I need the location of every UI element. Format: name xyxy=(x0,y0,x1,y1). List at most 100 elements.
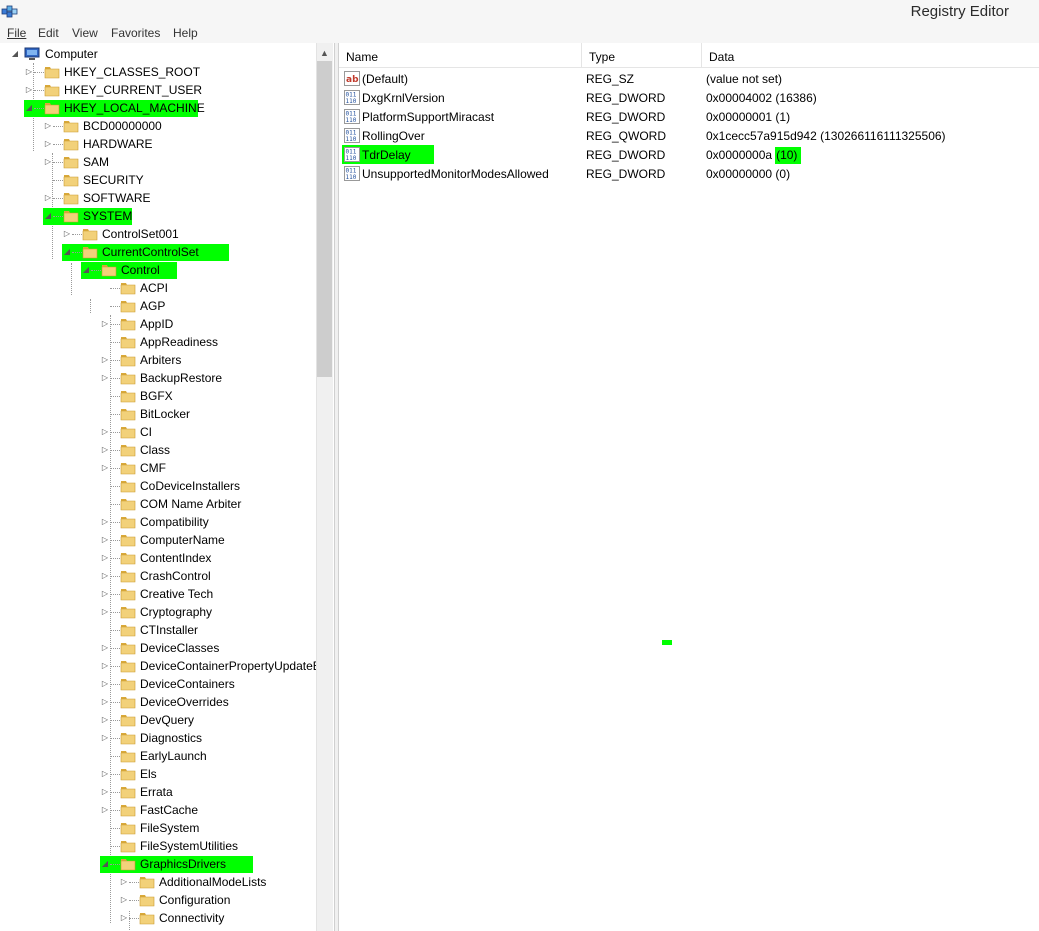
tree-item[interactable]: EarlyLaunch xyxy=(0,747,316,765)
tree-item[interactable]: COM Name Arbiter xyxy=(0,495,316,513)
tree-item[interactable]: ▷ Creative Tech xyxy=(0,585,316,603)
tree-item[interactable]: ▷ ContentIndex xyxy=(0,549,316,567)
expand-arrow-icon[interactable]: ▷ xyxy=(100,315,110,333)
value-row[interactable]: ab (Default) REG_SZ (value not set) xyxy=(339,69,1039,88)
tree-item[interactable]: ▷ Errata xyxy=(0,783,316,801)
collapse-arrow-icon[interactable]: ◢ xyxy=(100,855,110,873)
tree-item[interactable]: ◢ SYSTEM xyxy=(0,207,316,225)
value-row[interactable]: 011 110 TdrDelay REG_DWORD 0x0000000a (10) xyxy=(339,145,1039,164)
tree-item[interactable]: ▷ ControlSet001 xyxy=(0,225,316,243)
tree-item[interactable]: ▷ AppID xyxy=(0,315,316,333)
tree-item[interactable]: ▷ CrashControl xyxy=(0,567,316,585)
expand-arrow-icon[interactable]: ▷ xyxy=(100,801,110,819)
collapse-arrow-icon[interactable]: ◢ xyxy=(81,261,91,279)
tree-item[interactable]: CoDeviceInstallers xyxy=(0,477,316,495)
key-tree[interactable]: ◢ Computer ▷ HKEY_CLASSES_ROOT ▷ HKEY_CURRE… xyxy=(0,43,334,931)
menu-favorites[interactable]: Favorites xyxy=(111,26,160,40)
scroll-up-arrow-icon[interactable]: ▲ xyxy=(316,45,333,61)
expand-arrow-icon[interactable]: ▷ xyxy=(100,639,110,657)
expand-arrow-icon[interactable]: ▷ xyxy=(100,351,110,369)
expand-arrow-icon[interactable]: ▷ xyxy=(62,225,72,243)
expand-arrow-icon[interactable]: ▷ xyxy=(100,711,110,729)
tree-item[interactable]: SECURITY xyxy=(0,171,316,189)
expand-arrow-icon[interactable]: ▷ xyxy=(100,765,110,783)
expand-arrow-icon[interactable]: ▷ xyxy=(100,729,110,747)
menu-file[interactable]: File xyxy=(7,26,26,40)
tree-item[interactable]: ▷ ComputerName xyxy=(0,531,316,549)
tree-item[interactable]: FileSystemUtilities xyxy=(0,837,316,855)
tree-item[interactable]: ▷ SAM xyxy=(0,153,316,171)
menu-edit[interactable]: Edit xyxy=(38,26,59,40)
tree-item[interactable]: ▷ FastCache xyxy=(0,801,316,819)
tree-item[interactable]: BitLocker xyxy=(0,405,316,423)
collapse-arrow-icon[interactable]: ◢ xyxy=(24,99,34,117)
value-row[interactable]: 011 110 DxgKrnlVersion REG_DWORD 0x00004002 … xyxy=(339,88,1039,107)
column-header-type[interactable]: Type xyxy=(582,43,702,68)
tree-item[interactable]: ▷ CMF xyxy=(0,459,316,477)
tree-item[interactable]: ▷ Compatibility xyxy=(0,513,316,531)
tree-item[interactable]: ▷ DeviceClasses xyxy=(0,639,316,657)
collapse-arrow-icon[interactable]: ◢ xyxy=(43,207,53,225)
tree-item[interactable]: ▷ DevQuery xyxy=(0,711,316,729)
tree-item[interactable]: AppReadiness xyxy=(0,333,316,351)
expand-arrow-icon[interactable]: ▷ xyxy=(100,675,110,693)
expand-arrow-icon[interactable]: ▷ xyxy=(119,873,129,891)
expand-arrow-icon[interactable]: ▷ xyxy=(100,603,110,621)
expand-open-icon[interactable]: ◢ xyxy=(10,45,20,63)
tree-item[interactable]: ACPI xyxy=(0,279,316,297)
value-row[interactable]: 011 110 PlatformSupportMiracast REG_DWORD 0x… xyxy=(339,107,1039,126)
expand-arrow-icon[interactable]: ▷ xyxy=(100,441,110,459)
menu-help[interactable]: Help xyxy=(173,26,198,40)
expand-arrow-icon[interactable]: ▷ xyxy=(100,585,110,603)
tree-item[interactable]: ▷ Els xyxy=(0,765,316,783)
tree-item[interactable]: ▷ BCD00000000 xyxy=(0,117,316,135)
expand-arrow-icon[interactable]: ▷ xyxy=(100,549,110,567)
tree-item[interactable]: ◢ HKEY_LOCAL_MACHINE xyxy=(0,99,316,117)
expand-arrow-icon[interactable]: ▷ xyxy=(43,189,53,207)
expand-arrow-icon[interactable]: ▷ xyxy=(100,657,110,675)
collapse-arrow-icon[interactable]: ◢ xyxy=(62,243,72,261)
expand-arrow-icon[interactable]: ▷ xyxy=(100,423,110,441)
tree-item[interactable]: ◢ CurrentControlSet xyxy=(0,243,316,261)
tree-item[interactable]: AGP xyxy=(0,297,316,315)
tree-item[interactable]: ▷ DeviceContainers xyxy=(0,675,316,693)
expand-arrow-icon[interactable]: ▷ xyxy=(100,531,110,549)
menu-view[interactable]: View xyxy=(72,26,98,40)
column-header-name[interactable]: Name xyxy=(339,43,582,68)
tree-item[interactable]: ▷ Configuration xyxy=(0,891,316,909)
tree-item[interactable]: ▷ Arbiters xyxy=(0,351,316,369)
expand-arrow-icon[interactable]: ▷ xyxy=(24,81,34,99)
column-header-data[interactable]: Data xyxy=(702,43,1039,68)
expand-arrow-icon[interactable]: ▷ xyxy=(119,909,129,927)
tree-item[interactable]: ▷ Diagnostics xyxy=(0,729,316,747)
tree-item[interactable]: ▷ BackupRestore xyxy=(0,369,316,387)
expand-arrow-icon[interactable]: ▷ xyxy=(100,567,110,585)
tree-item[interactable]: ▷ Cryptography xyxy=(0,603,316,621)
tree-item[interactable]: ▷ HKEY_CURRENT_USER xyxy=(0,81,316,99)
expand-arrow-icon[interactable]: ▷ xyxy=(43,135,53,153)
expand-arrow-icon[interactable]: ▷ xyxy=(119,891,129,909)
tree-item[interactable]: ▷ AdditionalModeLists xyxy=(0,873,316,891)
tree-item[interactable]: ▷ DeviceOverrides xyxy=(0,693,316,711)
expand-arrow-icon[interactable]: ▷ xyxy=(43,117,53,135)
tree-item[interactable]: ▷ SOFTWARE xyxy=(0,189,316,207)
expand-arrow-icon[interactable]: ▷ xyxy=(43,153,53,171)
expand-arrow-icon[interactable]: ▷ xyxy=(100,783,110,801)
tree-item[interactable]: ▷ HARDWARE xyxy=(0,135,316,153)
expand-arrow-icon[interactable]: ▷ xyxy=(100,513,110,531)
expand-arrow-icon[interactable]: ▷ xyxy=(100,459,110,477)
tree-item[interactable]: ◢ Control xyxy=(0,261,316,279)
tree-item[interactable]: FileSystem xyxy=(0,819,316,837)
tree-item[interactable]: ▷ DeviceContainerPropertyUpdateE xyxy=(0,657,321,675)
tree-item[interactable]: ◢ GraphicsDrivers xyxy=(0,855,316,873)
values-list[interactable]: Name Type Data ab (Default) REG_SZ (value n… xyxy=(339,43,1039,931)
tree-item[interactable]: ▷ HKEY_CLASSES_ROOT xyxy=(0,63,316,81)
expand-arrow-icon[interactable]: ▷ xyxy=(100,369,110,387)
tree-item[interactable]: ▷ Connectivity xyxy=(0,909,316,927)
value-row[interactable]: 011 110 UnsupportedMonitorModesAllowed REG_… xyxy=(339,164,1039,183)
tree-item[interactable]: BGFX xyxy=(0,387,316,405)
tree-scrollbar-thumb[interactable] xyxy=(317,61,332,377)
tree-item[interactable]: ▷ Class xyxy=(0,441,316,459)
expand-arrow-icon[interactable]: ▷ xyxy=(100,693,110,711)
tree-root-computer[interactable]: ◢ Computer xyxy=(0,45,316,63)
